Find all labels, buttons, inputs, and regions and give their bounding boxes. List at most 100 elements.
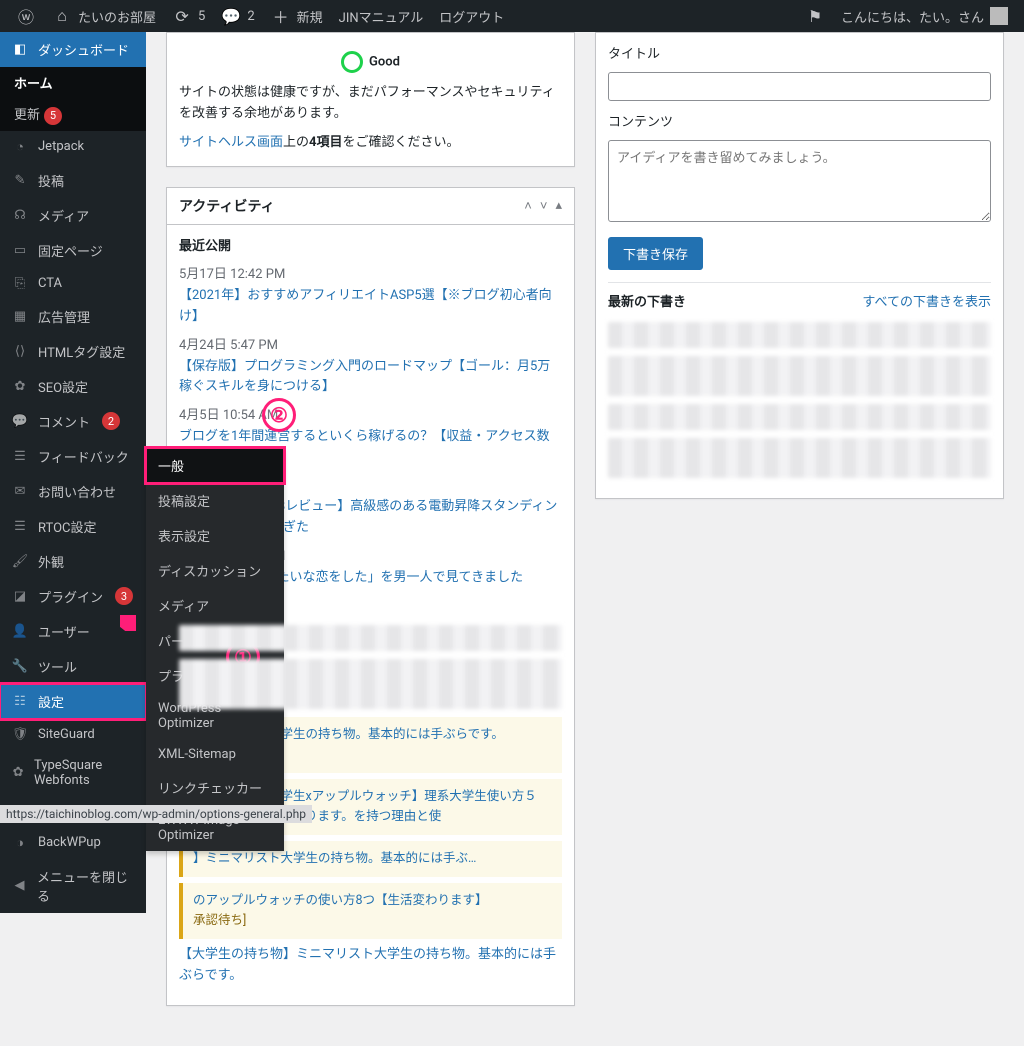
comment-icon: 💬 [221,6,241,26]
menu-settings[interactable]: ☷設定 [0,684,146,719]
activity-date: 4月5日 10:54 AM [179,406,562,427]
grid-icon: ▦ [10,309,30,324]
menu-ads[interactable]: ▦広告管理 [0,299,146,334]
plus-icon: ＋ [271,6,291,26]
updates-link[interactable]: ⟳5 [164,0,213,32]
jin-manual-link[interactable]: JINマニュアル [331,0,432,32]
collapse-icon: ◀ [10,878,29,893]
admin-sidebar: ◧ダッシュボード ホーム 更新5 ◔Jetpack ✎投稿 ☊メディア ▭固定ペ… [0,32,146,913]
font-icon: ✿ [10,765,26,780]
wrench-icon: 🔧 [10,659,30,674]
move-down-icon[interactable]: ˅ [540,198,548,214]
menu-media[interactable]: ☊メディア [0,198,146,233]
menu-tools[interactable]: 🔧ツール [0,649,146,684]
menu-cta[interactable]: ⎘CTA [0,268,146,299]
menu-collapse[interactable]: ◀メニューを閉じる [0,859,146,913]
submenu-home[interactable]: ホーム [0,67,146,98]
jetpack-icon: ◔ [10,139,30,155]
comment-icon: 💬 [10,414,30,429]
menu-backwpup[interactable]: ◑BackWPup [0,827,146,859]
activity-link[interactable]: 【保存版】プログラミング入門のロードマップ【ゴール：月5万稼ぐスキルを身につける… [179,357,562,399]
menu-plugins[interactable]: ◪プラグイン3 [0,579,146,614]
site-health-box: Good サイトの状態は健康ですが、まだパフォーマンスやセキュリティを改善する余… [166,32,575,167]
menu-seo[interactable]: ✿SEO設定 [0,369,146,404]
move-up-icon[interactable]: ˄ [524,198,532,214]
title-label: タイトル [608,45,991,66]
updates-badge: 5 [44,107,62,125]
activity-title: アクティビティ [179,196,275,216]
plugin-icon: ◪ [10,589,30,604]
menu-comments[interactable]: 💬コメント2 [0,404,146,439]
site-health-link-line: サイトヘルス画面上の4項目をご確認ください。 [179,133,562,154]
pin-icon: ✎ [10,173,30,188]
menu-siteguard[interactable]: 🛡SiteGuard [0,719,146,750]
blur-row [608,438,991,478]
site-health-link[interactable]: サイトヘルス画面 [179,135,283,150]
content-label: コンテンツ [608,113,991,134]
plugins-badge: 3 [115,587,133,605]
media-icon: ☊ [10,208,30,223]
menu-pages[interactable]: ▭固定ページ [0,233,146,268]
activity-row: 4月24日 5:47 PM【保存版】プログラミング入門のロードマップ【ゴール：月… [179,336,562,398]
flyout-media[interactable]: メディア [146,588,284,623]
user-greeting[interactable]: こんにちは、たい。さん [833,0,1016,32]
mail-icon: ✉ [10,484,30,499]
sliders-icon: ☷ [10,694,30,709]
flyout-xmlsitemap[interactable]: XML-Sitemap [146,739,284,770]
flyout-writing[interactable]: 投稿設定 [146,483,284,518]
new-content[interactable]: ＋ 新規 [263,0,331,32]
menu-typesquare[interactable]: ✿TypeSquare Webfonts [0,750,146,796]
toggle-icon[interactable]: ▴ [555,198,562,214]
draft-title-input[interactable] [608,72,991,101]
menu-appearance[interactable]: 🖌外観 [0,544,146,579]
menu-feedback[interactable]: ☰フィードバック [0,439,146,474]
blur-row [608,356,991,396]
submenu-dashboard: ホーム 更新5 [0,67,146,131]
brush-icon: 🖌 [10,554,30,569]
site-name[interactable]: ⌂たいのお部屋 [44,0,164,32]
comment-item: 【大学生の持ち物】ミニマリスト大学生の持ち物。基本的には手ぶらです。 [179,939,562,993]
page-icon: ▭ [10,243,30,258]
blur-row [608,404,991,430]
new-label: 新規 [297,7,323,26]
menu-posts[interactable]: ✎投稿 [0,163,146,198]
site-health-status: Good [179,45,562,83]
home-icon: ⌂ [52,6,72,26]
backup-icon: ◑ [10,835,30,851]
flyout-discussion[interactable]: ディスカッション [146,553,284,588]
save-draft-button[interactable]: 下書き保存 [608,237,703,270]
user-icon: 👤 [10,624,30,639]
gear-icon: ✿ [10,379,30,394]
update-icon: ⟳ [172,6,192,26]
blur-row [608,322,991,348]
health-circle-icon [341,51,363,73]
activity-row: 5月17日 12:42 PM【2021年】おすすめアフィリエイトASP5選【※ブ… [179,265,562,327]
menu-rtoc[interactable]: ☰RTOC設定 [0,509,146,544]
menu-html-tag[interactable]: ⟨⟩HTMLタグ設定 [0,334,146,369]
recent-drafts-heading: 最新の下書き [608,293,686,314]
activity-link[interactable]: 【2021年】おすすめアフィリエイトASP5選【※ブログ初心者向け】 [179,286,562,328]
flag-icon: ⚑ [805,6,825,26]
view-all-drafts-link[interactable]: すべての下書きを表示 [862,293,991,314]
draft-content-textarea[interactable] [608,140,991,222]
code-icon: ⟨⟩ [10,344,30,359]
blur-row [179,659,562,709]
quick-draft-box: タイトル コンテンツ 下書き保存 最新の下書き すべての下書きを表示 [595,32,1004,499]
activity-date: 4月24日 5:47 PM [179,336,562,357]
comments-link[interactable]: 💬2 [213,0,262,32]
menu-dashboard[interactable]: ◧ダッシュボード [0,32,146,67]
flyout-general[interactable]: 一般 [146,448,284,483]
shield-icon: 🛡 [10,727,30,742]
logout-link[interactable]: ログアウト [431,0,512,32]
status-bar-url: https://taichinoblog.com/wp-admin/option… [0,805,312,823]
flyout-reading[interactable]: 表示設定 [146,518,284,553]
form-icon: ☰ [10,449,30,464]
menu-contact[interactable]: ✉お問い合わせ [0,474,146,509]
wp-logo[interactable]: ⓦ [8,0,44,32]
menu-users[interactable]: 👤ユーザー [0,614,146,649]
notify-icon[interactable]: ⚑ [797,0,833,32]
menu-jetpack[interactable]: ◔Jetpack [0,131,146,163]
link-icon: ⎘ [10,276,30,291]
submenu-updates[interactable]: 更新5 [0,98,146,131]
flyout-linkchecker[interactable]: リンクチェッカー [146,770,284,805]
